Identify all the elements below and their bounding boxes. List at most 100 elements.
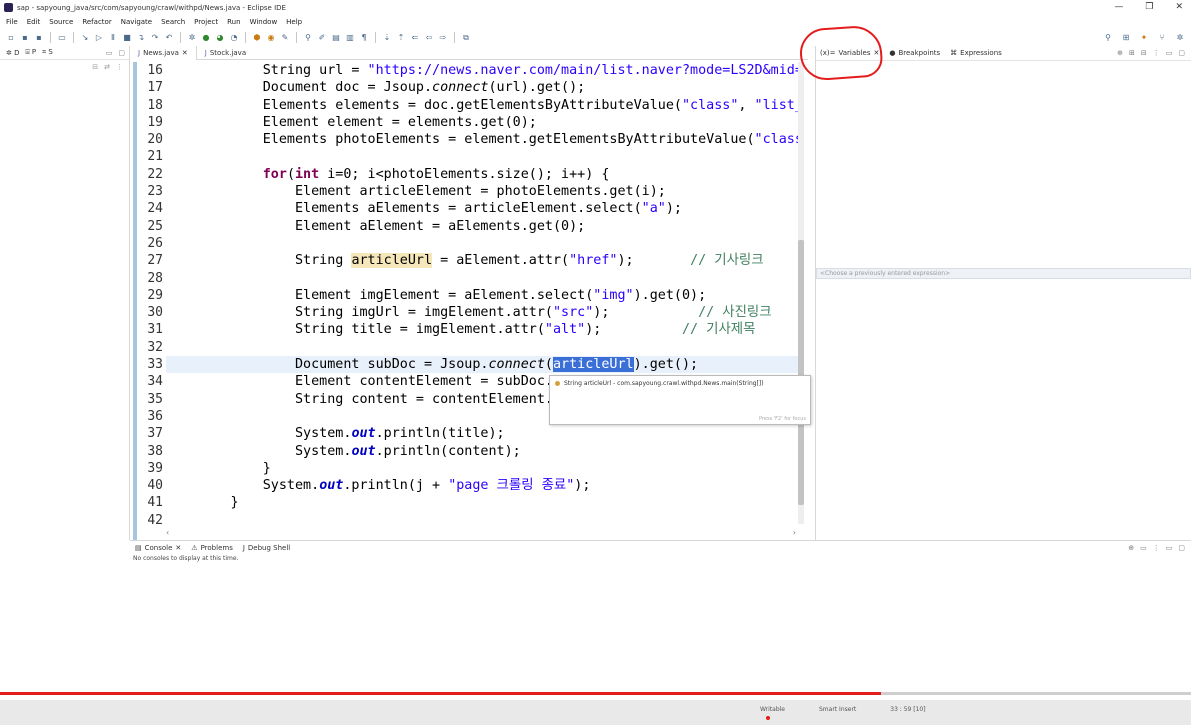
step-return-icon[interactable]: ↶ (164, 33, 174, 43)
view-menu-icon[interactable]: ⋮ (1153, 544, 1160, 552)
menu-help[interactable]: Help (286, 18, 302, 26)
run-icon[interactable]: ● (201, 33, 211, 43)
minimize-view-icon[interactable]: ▭ (1166, 544, 1173, 552)
tab-console[interactable]: ▤ Console ✕ (135, 544, 181, 552)
menu-window[interactable]: Window (250, 18, 278, 26)
variables-view: (x)= Variables ✕ ● Breakpoints ⌘ Expressions… (815, 46, 1191, 268)
tab-expressions[interactable]: ⌘ Expressions (950, 49, 1002, 57)
view-menu-icon[interactable]: ⋮ (1153, 49, 1160, 57)
menu-bar: File Edit Source Refactor Navigate Searc… (0, 15, 1191, 28)
tab-debug-shell[interactable]: J Debug Shell (243, 544, 290, 552)
tooltip-content: String articleUrl - com.sapyoung.crawl.w… (555, 380, 764, 387)
display-console-icon[interactable]: ▭ (1140, 544, 1147, 552)
link-editor-icon[interactable]: ⇄ (104, 63, 110, 71)
scroll-left-icon[interactable]: ‹ (166, 528, 169, 537)
search-toolbar-icon[interactable]: ⚲ (303, 33, 313, 43)
maximize-view-icon[interactable]: ▢ (1178, 49, 1185, 57)
pin-editor-icon[interactable]: ⧉ (461, 33, 471, 43)
code-line: Element element = elements.get(0); (166, 114, 537, 130)
resume-icon[interactable]: ▷ (94, 33, 104, 43)
menu-project[interactable]: Project (194, 18, 218, 26)
prev-annotation-icon[interactable]: ⇡ (396, 33, 406, 43)
close-tab-icon[interactable]: ✕ (182, 49, 188, 57)
forward-icon[interactable]: ⇨ (438, 33, 448, 43)
save-icon[interactable]: ▪ (20, 33, 30, 43)
open-type-icon[interactable]: ✎ (280, 33, 290, 43)
open-perspective-icon[interactable]: ⊞ (1121, 32, 1131, 42)
close-button[interactable]: ✕ (1175, 2, 1183, 12)
video-progress-fill (0, 692, 882, 695)
video-progress-bar[interactable] (0, 692, 1191, 695)
menu-search[interactable]: Search (161, 18, 185, 26)
tab-breakpoints[interactable]: ● Breakpoints (889, 49, 940, 57)
line-number: 23 (147, 184, 163, 200)
line-number: 40 (147, 478, 163, 494)
toolbar-separator (180, 32, 181, 43)
minimize-view-icon[interactable]: ▭ (106, 49, 113, 57)
package-explorer-view: ✲ D ⌸ P ⌗ S ▭ ▢ ⊟ ⇄ ⋮ (0, 46, 130, 540)
minimize-button[interactable]: — (1114, 2, 1123, 12)
debug-perspective-icon[interactable]: ✲ (1175, 32, 1185, 42)
step-over-icon[interactable]: ↷ (150, 33, 160, 43)
code-area[interactable]: String url = "https://news.naver.com/mai… (166, 62, 798, 529)
tab-debug[interactable]: ✲ D (6, 49, 19, 57)
last-edit-icon[interactable]: ⇐ (410, 33, 420, 43)
step-into-icon[interactable]: ↴ (136, 33, 146, 43)
annotation-icon[interactable]: ✐ (317, 33, 327, 43)
editor-horizontal-scrollbar[interactable]: ‹ › (166, 528, 796, 537)
save-all-icon[interactable]: ▪ (34, 33, 44, 43)
new-icon[interactable]: ▫ (6, 33, 16, 43)
line-number: 21 (147, 149, 163, 165)
restore-button[interactable]: ❐ (1145, 2, 1153, 12)
debug-icon[interactable]: ✲ (187, 33, 197, 43)
show-whitespace-icon[interactable]: ¶ (359, 33, 369, 43)
show-type-names-icon[interactable]: ⊕ (1117, 49, 1123, 57)
menu-refactor[interactable]: Refactor (82, 18, 111, 26)
block-select-icon[interactable]: ▥ (345, 33, 355, 43)
console-toolbar: ⊕ ▭ ⋮ ▭ ▢ (1128, 544, 1185, 552)
line-number: 29 (147, 287, 163, 303)
tab-problems[interactable]: ⚠ Problems (191, 544, 233, 552)
terminal-icon[interactable]: ▭ (57, 33, 67, 43)
next-annotation-icon[interactable]: ⇣ (382, 33, 392, 43)
tab-package-explorer[interactable]: ⌸ P (25, 48, 36, 57)
show-logical-structure-icon[interactable]: ⊞ (1129, 49, 1135, 57)
toggle-mark-icon[interactable]: ▤ (331, 33, 341, 43)
tab-stock-java[interactable]: J Stock.java (197, 46, 254, 60)
suspend-icon[interactable]: Ⅱ (108, 33, 118, 43)
back-icon[interactable]: ⇦ (424, 33, 434, 43)
menu-navigate[interactable]: Navigate (121, 18, 152, 26)
collapse-all-icon[interactable]: ⊟ (1141, 49, 1147, 57)
external-tools-icon[interactable]: ◔ (229, 33, 239, 43)
toolbar-separator (375, 32, 376, 43)
menu-edit[interactable]: Edit (27, 18, 41, 26)
new-class-icon[interactable]: ◉ (266, 33, 276, 43)
terminate-icon[interactable]: ■ (122, 33, 132, 43)
scroll-thumb[interactable] (798, 240, 804, 505)
code-line: Element aElement = aElements.get(0); (166, 218, 586, 234)
menu-source[interactable]: Source (49, 18, 73, 26)
expression-input[interactable]: <Choose a previously entered expression> (816, 268, 1191, 279)
maximize-view-icon[interactable]: ▢ (1178, 544, 1185, 552)
code-line: Elements elements = doc.getElementsByAtt… (166, 97, 798, 113)
local-variable-icon (555, 381, 560, 386)
open-console-icon[interactable]: ⊕ (1128, 544, 1134, 552)
collapse-all-icon[interactable]: ⊟ (92, 63, 98, 71)
editor-vertical-scrollbar[interactable] (798, 62, 804, 524)
current-code-line: Document subDoc = Jsoup.connect(articleU… (166, 356, 798, 374)
maximize-view-icon[interactable]: ▢ (118, 49, 125, 57)
tab-servers[interactable]: ⌗ S (42, 48, 53, 57)
tab-news-java[interactable]: J News.java ✕ (130, 45, 197, 60)
skip-breakpoints-icon[interactable]: ↘ (80, 33, 90, 43)
search-icon[interactable]: ⚲ (1103, 32, 1113, 42)
new-package-icon[interactable]: ⬢ (252, 33, 262, 43)
java-perspective-icon[interactable]: ✦ (1139, 32, 1149, 42)
coverage-icon[interactable]: ◕ (215, 33, 225, 43)
menu-file[interactable]: File (6, 18, 18, 26)
minimize-view-icon[interactable]: ▭ (1166, 49, 1173, 57)
git-perspective-icon[interactable]: ⑂ (1157, 32, 1167, 42)
view-menu-icon[interactable]: ⋮ (116, 63, 123, 71)
close-tab-icon[interactable]: ✕ (175, 544, 181, 552)
menu-run[interactable]: Run (227, 18, 240, 26)
scroll-right-icon[interactable]: › (793, 528, 796, 537)
